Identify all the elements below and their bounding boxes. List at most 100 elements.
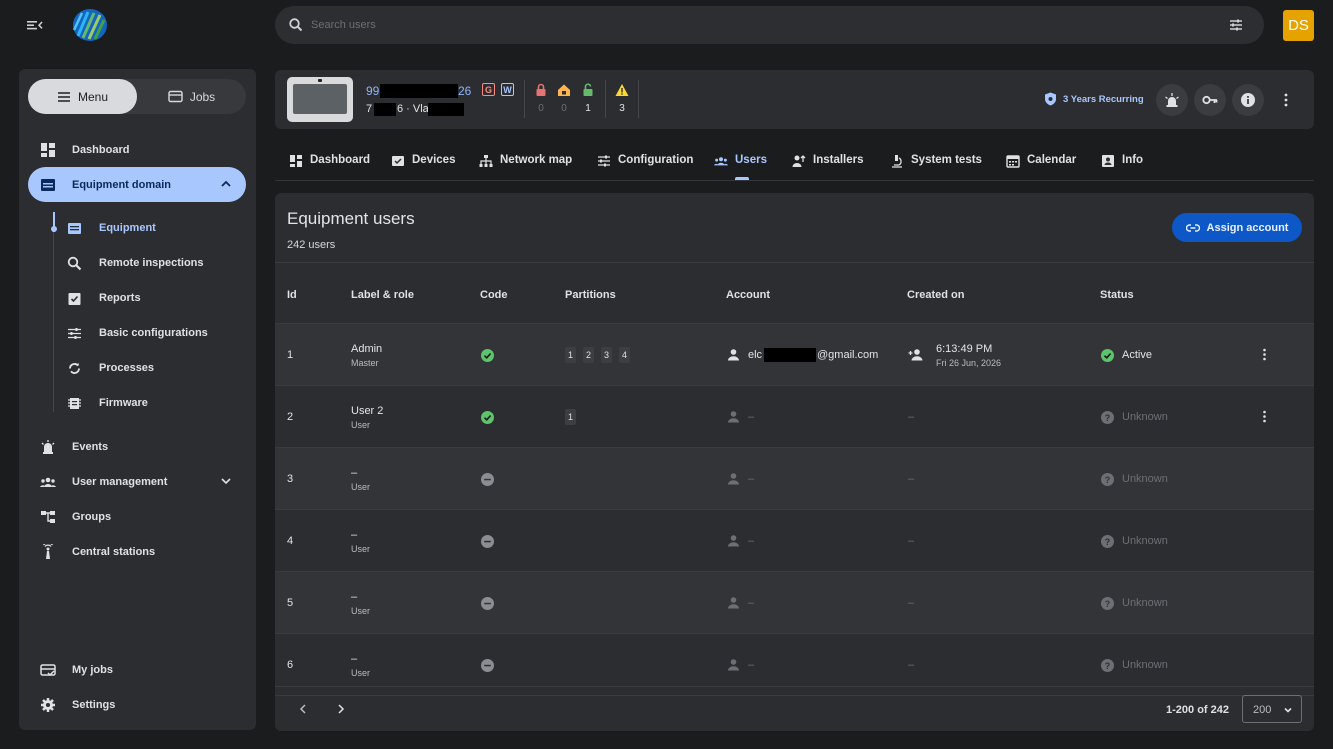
sidebar-item-label: Central stations <box>72 545 156 558</box>
tab-info[interactable]: Info <box>1101 143 1143 180</box>
menu-segment[interactable]: Menu <box>28 79 137 114</box>
user-avatar[interactable]: DS <box>1283 10 1314 41</box>
tab-calendar[interactable]: Calendar <box>1006 143 1076 180</box>
shield-icon <box>1045 92 1056 106</box>
help-circle-icon: ? <box>1101 411 1114 424</box>
column-header-status[interactable]: Status <box>1100 289 1134 301</box>
sidebar-item-groups[interactable]: Groups <box>28 499 246 534</box>
row-label: Admin <box>351 343 383 355</box>
chevron-left-icon[interactable] <box>297 703 309 715</box>
info-button[interactable] <box>1232 84 1264 116</box>
tab-network-map[interactable]: Network map <box>479 143 572 180</box>
table-row[interactable]: 4 – User – – ? Unknown <box>275 510 1314 572</box>
tab-users[interactable]: Users <box>714 143 767 180</box>
menu-collapse-icon[interactable] <box>26 18 44 32</box>
tab-configuration[interactable]: Configuration <box>597 143 693 180</box>
svg-text:?: ? <box>1105 537 1111 547</box>
check-circle-icon <box>481 349 494 362</box>
firmware-chip-icon <box>68 398 81 409</box>
column-header-code[interactable]: Code <box>480 289 508 301</box>
column-header-label[interactable]: Label & role <box>351 289 414 301</box>
hierarchy-icon <box>41 511 55 523</box>
tab-installers[interactable]: Installers <box>792 143 864 180</box>
reports-icon <box>68 293 81 305</box>
table-row[interactable]: 2 User 2 User 1 – – ? Unknown <box>275 386 1314 448</box>
sidebar-item-user-management[interactable]: User management <box>28 464 246 499</box>
row-created: – <box>908 535 915 547</box>
row-label: – <box>351 653 358 665</box>
person-icon <box>728 597 739 609</box>
network-icon <box>479 155 493 167</box>
column-header-id[interactable]: Id <box>287 289 297 301</box>
more-vert-icon[interactable] <box>1258 410 1271 423</box>
brand-logo[interactable] <box>70 8 110 42</box>
devices-icon <box>392 156 404 166</box>
sidebar-item-equipment-domain[interactable]: Equipment domain <box>28 167 246 202</box>
person-icon <box>728 411 739 423</box>
row-account: – <box>748 535 755 547</box>
alarm-button[interactable] <box>1156 84 1188 116</box>
assign-account-button[interactable]: Assign account <box>1172 213 1302 242</box>
table-row[interactable]: 5 – User – – ? Unknown <box>275 572 1314 634</box>
device-id-prefix: 99 <box>366 84 380 98</box>
row-status: Unknown <box>1122 473 1168 485</box>
sidebar-item-events[interactable]: Events <box>28 429 246 464</box>
divider <box>638 80 639 118</box>
sidebar-item-label: Equipment domain <box>72 178 171 191</box>
sidebar-item-remote-inspections[interactable]: Remote inspections <box>55 246 246 281</box>
sidebar-item-label: Processes <box>99 362 155 374</box>
row-account-suffix: @gmail.com <box>817 349 879 361</box>
sidebar-item-processes[interactable]: Processes <box>55 351 246 386</box>
users-count: 242 users <box>287 239 336 251</box>
sidebar-item-label: Settings <box>72 698 116 711</box>
sidebar-item-label: User management <box>72 475 168 488</box>
tune-icon <box>68 328 81 339</box>
row-id: 2 <box>287 411 294 423</box>
table-row[interactable]: 1 Admin Master 1234 elc @gmail.com 6:13:… <box>275 324 1314 386</box>
info-icon <box>1241 93 1255 107</box>
check-circle-icon <box>481 411 494 424</box>
help-circle-icon: ? <box>1101 597 1114 610</box>
calendar-icon <box>1006 155 1020 168</box>
sidebar-item-dashboard[interactable]: Dashboard <box>28 132 246 167</box>
sidebar-item-firmware[interactable]: Firmware <box>55 386 246 421</box>
subscription-plan[interactable]: 3 Years Recurring <box>1044 92 1144 106</box>
search-input[interactable] <box>311 16 1191 34</box>
jobs-segment[interactable]: Jobs <box>137 79 246 114</box>
tab-system-tests[interactable]: System tests <box>890 143 982 180</box>
person-icon <box>728 473 739 485</box>
tab-active-indicator <box>735 177 749 180</box>
column-header-partitions[interactable]: Partitions <box>565 289 616 301</box>
device-header: 99 26 7 6 · Vla G W 0 0 1 3 3 Years Recu… <box>275 70 1314 129</box>
sidebar-item-my-jobs[interactable]: My jobs <box>28 652 246 687</box>
row-account: – <box>748 473 755 485</box>
table-row[interactable]: 3 – User – – ? Unknown <box>275 448 1314 510</box>
page-size-select[interactable]: 200 <box>1242 695 1302 723</box>
key-button[interactable] <box>1194 84 1226 116</box>
tab-dashboard[interactable]: Dashboard <box>289 143 370 180</box>
column-header-account[interactable]: Account <box>726 289 770 301</box>
sidebar-item-equipment[interactable]: Equipment <box>55 211 246 246</box>
more-vert-icon[interactable] <box>1278 92 1294 108</box>
warning-icon <box>615 84 629 96</box>
minus-circle-icon <box>481 659 494 672</box>
column-header-created[interactable]: Created on <box>907 289 964 301</box>
tab-label: Dashboard <box>310 154 371 166</box>
svg-text:?: ? <box>1105 661 1111 671</box>
more-vert-icon[interactable] <box>1258 348 1271 361</box>
contact-card-icon <box>1102 155 1114 167</box>
pagination-bar: 1-200 of 242 200 <box>275 686 1314 731</box>
device-id[interactable]: 99 26 <box>366 84 471 98</box>
sidebar-item-reports[interactable]: Reports <box>55 281 246 316</box>
chevron-right-icon[interactable] <box>335 703 347 715</box>
person-add-icon <box>908 349 923 361</box>
filter-icon[interactable] <box>1228 17 1244 33</box>
sidebar-item-basic-configurations[interactable]: Basic configurations <box>55 316 246 351</box>
tab-devices[interactable]: Devices <box>391 143 455 180</box>
row-created-date: Fri 26 Jun, 2026 <box>936 358 1002 368</box>
sidebar-item-settings[interactable]: Settings <box>28 687 246 722</box>
row-id: 5 <box>287 597 294 609</box>
equipment-domain-icon <box>41 179 55 191</box>
sidebar-item-central-stations[interactable]: Central stations <box>28 534 246 569</box>
row-status: Unknown <box>1122 597 1168 609</box>
